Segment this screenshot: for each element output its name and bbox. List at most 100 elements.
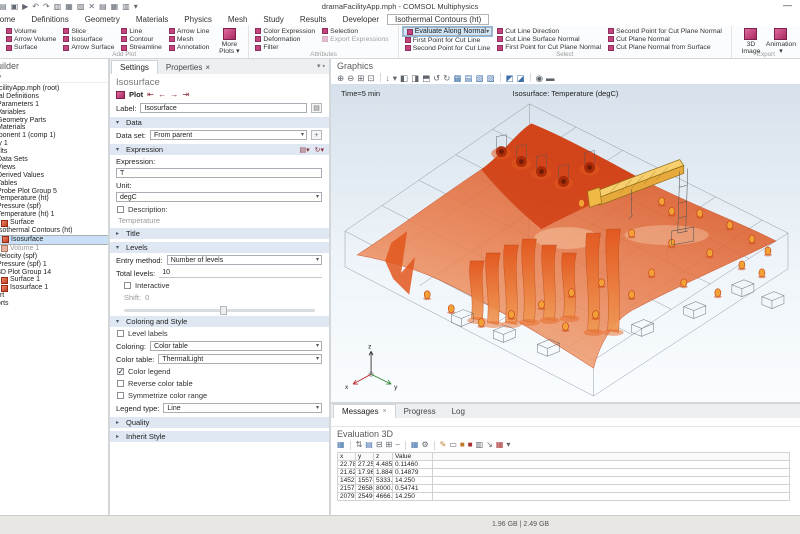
ribbon-item-mesh[interactable]: Mesh bbox=[167, 35, 212, 43]
ribbon-item-cut-plane-normal[interactable]: Cut Plane Normal bbox=[606, 35, 724, 43]
full-precision-icon[interactable]: ▦ bbox=[337, 440, 345, 450]
duplicate-icon[interactable]: ▧ bbox=[77, 2, 85, 12]
delete-icon[interactable]: ✕ bbox=[88, 2, 95, 12]
table-row[interactable]: 20797254964666.914.250 bbox=[338, 493, 790, 501]
panel-menu-icon[interactable]: ▾ ▪ bbox=[317, 62, 325, 70]
more-icon[interactable]: ▾ bbox=[506, 440, 510, 450]
color-legend-checkbox[interactable] bbox=[117, 368, 124, 375]
ribbon-item-export-expressions[interactable]: Export Expressions bbox=[320, 35, 391, 43]
clipping-icon[interactable]: ▨ bbox=[486, 73, 494, 83]
section-quality[interactable]: Quality bbox=[110, 417, 329, 428]
label-input[interactable]: Isosurface bbox=[140, 103, 307, 113]
snapshot-icon[interactable]: ◉ bbox=[536, 73, 543, 83]
paint-icon[interactable]: ✎ bbox=[440, 440, 447, 450]
expression-menu-icon[interactable]: ▤▾ bbox=[299, 146, 309, 154]
grid-icon[interactable]: ▤ bbox=[464, 73, 472, 83]
transparency-icon[interactable]: ▧ bbox=[475, 73, 483, 83]
tree-item-views[interactable]: Views bbox=[0, 164, 110, 172]
undo-icon[interactable]: ↶ bbox=[32, 2, 39, 12]
select-box-icon[interactable]: ◩ bbox=[506, 73, 514, 83]
ribbon-tab-mesh[interactable]: Mesh bbox=[220, 14, 256, 25]
section-expression[interactable]: Expression ▤▾↻▾ bbox=[110, 144, 329, 155]
tree-item-pressure-spf-1[interactable]: Pressure (spf) 1 bbox=[0, 261, 110, 269]
tree-item-isosurface[interactable]: Isosurface bbox=[0, 235, 110, 245]
tab-settings[interactable]: Settings bbox=[111, 60, 158, 74]
ribbon-item-volume[interactable]: Volume bbox=[4, 27, 58, 35]
section-levels[interactable]: Levels bbox=[110, 242, 329, 253]
data-set-add-button[interactable]: + bbox=[311, 130, 322, 140]
tree-item-parameters-1[interactable]: Parameters 1 bbox=[0, 101, 110, 109]
unit-select[interactable]: degC bbox=[116, 192, 322, 202]
ribbon-tab-isothermal-contours-ht[interactable]: Isothermal Contours (ht) bbox=[387, 14, 489, 25]
ribbon-tab-home[interactable]: Home bbox=[0, 14, 23, 25]
tree-item-probe-plot-group-5[interactable]: Probe Plot Group 5 bbox=[0, 188, 110, 196]
tab-progress[interactable]: Progress bbox=[396, 405, 444, 418]
run-icon[interactable]: ▶ bbox=[22, 2, 28, 12]
group-view-icon[interactable]: ▦ bbox=[111, 2, 119, 12]
table-row[interactable]: 21573265808000.00.54741 bbox=[338, 485, 790, 493]
tree-item-3d-plot-group-14[interactable]: 3D Plot Group 14 bbox=[0, 269, 110, 277]
redo-icon[interactable]: ↷ bbox=[43, 2, 50, 12]
eraser-icon[interactable]: ▭ bbox=[449, 440, 457, 450]
cell-color-dark-icon[interactable]: ■ bbox=[468, 440, 473, 450]
ribbon-item-line[interactable]: Line bbox=[119, 27, 164, 35]
tree-item-isosurface-1[interactable]: Isosurface 1 bbox=[0, 284, 110, 292]
zoom-out-icon[interactable]: ⊖ bbox=[347, 73, 354, 83]
tree-item-surface-1[interactable]: Surface 1 bbox=[0, 276, 110, 284]
ribbon-item-contour[interactable]: Contour bbox=[119, 35, 164, 43]
shift-slider[interactable] bbox=[124, 309, 315, 312]
zoom-in-icon[interactable]: ⊕ bbox=[337, 73, 344, 83]
section-title[interactable]: Title bbox=[110, 228, 329, 239]
plot-button[interactable]: Plot bbox=[129, 90, 143, 99]
tree-item-export[interactable]: Export bbox=[0, 292, 110, 300]
tree-item-volume-1[interactable]: Volume 1 bbox=[0, 245, 110, 253]
tree-item-component-1-comp-1[interactable]: Component 1 (comp 1) bbox=[0, 132, 110, 140]
tree-item-materials[interactable]: Materials bbox=[0, 124, 110, 132]
tree-item-reports[interactable]: Reports bbox=[0, 300, 110, 308]
ribbon-item-isosurface[interactable]: Isosurface bbox=[61, 35, 116, 43]
data-set-select[interactable]: From parent bbox=[150, 130, 307, 140]
copy-table-icon[interactable]: ▥ bbox=[476, 440, 484, 450]
tree-item-isothermal-contours-ht[interactable]: Isothermal Contours (ht) bbox=[0, 227, 110, 235]
plot-nav-arrows[interactable]: ⇤ ← → ⇥ bbox=[147, 90, 190, 99]
ribbon-item-arrow-line[interactable]: Arrow Line bbox=[167, 27, 212, 35]
ribbon-item-selection[interactable]: Selection bbox=[320, 27, 391, 35]
view-menu-icon[interactable]: ▾ bbox=[393, 73, 397, 83]
tree-item-tables[interactable]: Tables bbox=[0, 180, 110, 188]
close-icon[interactable]: × bbox=[382, 408, 386, 415]
expression-refresh-icon[interactable]: ↻▾ bbox=[315, 146, 324, 154]
tab-messages[interactable]: Messages× bbox=[333, 404, 396, 418]
zoom-box-icon[interactable]: ⊡ bbox=[367, 73, 374, 83]
evaluation-table[interactable]: xyzValue22.78927.2554.48590.1146021.6291… bbox=[337, 452, 790, 501]
ribbon-tab-physics[interactable]: Physics bbox=[176, 14, 220, 25]
table-settings-icon[interactable]: ⚙ bbox=[421, 440, 428, 450]
ribbon-item-second-point-for-cut-plane-normal[interactable]: Second Point for Cut Plane Normal bbox=[606, 27, 724, 35]
cell-color-icon[interactable]: ■ bbox=[460, 440, 465, 450]
coloring-select[interactable]: Color table bbox=[150, 341, 322, 351]
symmetrize-color-range-checkbox[interactable] bbox=[117, 392, 124, 399]
rotate-ccw-icon[interactable]: ↺ bbox=[433, 73, 440, 83]
ribbon-tab-materials[interactable]: Materials bbox=[128, 14, 176, 25]
deselect-box-icon[interactable]: ◪ bbox=[517, 73, 525, 83]
interactive-checkbox[interactable] bbox=[124, 282, 131, 289]
update-icon[interactable]: ▦ bbox=[496, 440, 504, 450]
view-yz-icon[interactable]: ◨ bbox=[411, 73, 419, 83]
ribbon-tab-developer[interactable]: Developer bbox=[335, 14, 387, 25]
table-window-icon[interactable]: ▦ bbox=[411, 440, 419, 450]
ribbon-item-cut-line-surface-normal[interactable]: Cut Line Surface Normal bbox=[495, 35, 603, 43]
tree-item-surface[interactable]: Surface bbox=[0, 219, 110, 227]
close-icon[interactable]: × bbox=[205, 63, 210, 72]
ribbon-item-first-point-for-cut-line[interactable]: First Point for Cut Line bbox=[403, 36, 492, 44]
merge-columns-icon[interactable]: ⊟ bbox=[376, 440, 383, 450]
rename-button[interactable]: ▤ bbox=[311, 103, 322, 113]
minimize-button[interactable]: — bbox=[783, 0, 792, 10]
more-icon[interactable]: ▾ bbox=[134, 2, 138, 12]
ribbon-item-deformation[interactable]: Deformation bbox=[253, 35, 317, 43]
ribbon-item-arrow-volume[interactable]: Arrow Volume bbox=[4, 35, 58, 43]
ribbon-tab-study[interactable]: Study bbox=[255, 14, 291, 25]
reverse-color-table-checkbox[interactable] bbox=[117, 380, 124, 387]
tree-item-pressure-spf[interactable]: Pressure (spf) bbox=[0, 203, 110, 211]
tree-item-geometry-parts[interactable]: Geometry Parts bbox=[0, 117, 110, 125]
zoom-extents-icon[interactable]: ⊞ bbox=[357, 73, 364, 83]
ribbon-tab-geometry[interactable]: Geometry bbox=[77, 14, 128, 25]
